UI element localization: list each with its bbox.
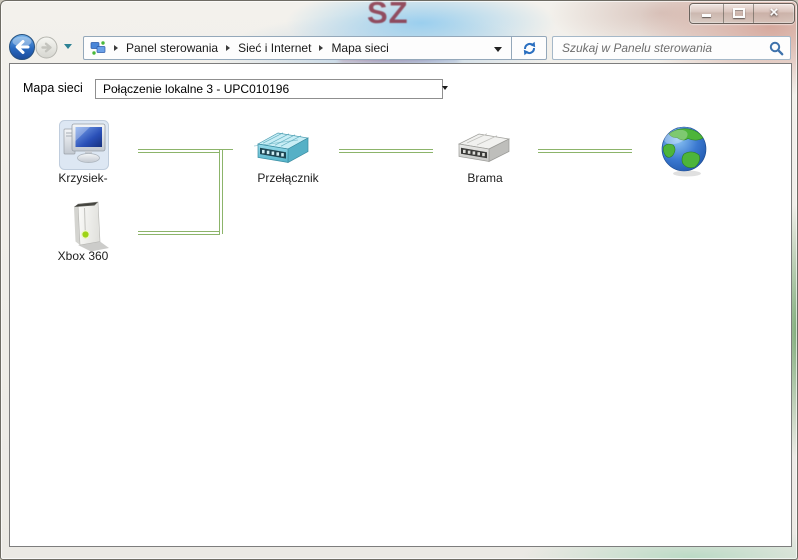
breadcrumb-separator-icon bbox=[319, 45, 324, 51]
connection-line bbox=[219, 149, 223, 234]
search-icon bbox=[769, 41, 784, 56]
maximize-icon bbox=[732, 8, 745, 18]
refresh-icon bbox=[523, 41, 535, 55]
computer-node-icon[interactable] bbox=[59, 120, 109, 170]
breadcrumb-separator-icon bbox=[114, 45, 118, 51]
map-select-label: Mapa sieci bbox=[23, 81, 83, 95]
close-icon: × bbox=[769, 4, 779, 21]
back-button[interactable] bbox=[8, 33, 36, 61]
wallpaper-watermark-text: SZ bbox=[367, 0, 409, 30]
close-button[interactable]: × bbox=[754, 4, 794, 23]
switch-node-icon[interactable] bbox=[254, 130, 312, 168]
breadcrumb-network-internet[interactable]: Sieć i Internet bbox=[236, 41, 313, 55]
address-bar[interactable]: Panel sterowania Sieć i Internet Mapa si… bbox=[83, 36, 512, 60]
connection-line bbox=[538, 149, 632, 153]
xbox-node-label: Xbox 360 bbox=[57, 249, 109, 263]
xbox-node-icon[interactable] bbox=[62, 195, 112, 253]
network-map-location-icon bbox=[90, 41, 106, 55]
connection-dropdown-arrow-icon bbox=[442, 86, 448, 90]
search-input[interactable] bbox=[553, 37, 790, 59]
gateway-node-label: Brama bbox=[467, 171, 503, 185]
refresh-button[interactable] bbox=[511, 36, 547, 60]
gateway-node-icon[interactable] bbox=[455, 131, 513, 167]
switch-node-label: Przełącznik bbox=[257, 171, 319, 185]
recent-pages-dropdown-icon[interactable] bbox=[64, 44, 72, 49]
content-area: Mapa sieci Połączenie lokalne 3 - UPC010… bbox=[9, 63, 792, 547]
breadcrumb-control-panel[interactable]: Panel sterowania bbox=[124, 41, 220, 55]
forward-button[interactable] bbox=[35, 36, 58, 59]
connection-dropdown[interactable]: Połączenie lokalne 3 - UPC010196 bbox=[95, 79, 443, 99]
minimize-button[interactable] bbox=[690, 4, 724, 23]
minimize-icon bbox=[702, 14, 711, 17]
connection-line bbox=[339, 149, 433, 153]
internet-globe-icon[interactable] bbox=[659, 125, 711, 177]
address-dropdown-icon[interactable] bbox=[494, 47, 502, 52]
connection-line bbox=[138, 149, 220, 153]
search-box bbox=[552, 36, 791, 60]
computer-node-label: Krzysiek- bbox=[58, 171, 108, 185]
connection-line bbox=[138, 231, 220, 235]
maximize-button[interactable] bbox=[724, 4, 754, 23]
breadcrumb-separator-icon bbox=[226, 45, 231, 51]
network-map-window: SZ × Panel sterowania Sieć i Internet Ma… bbox=[0, 0, 798, 560]
window-controls: × bbox=[689, 3, 795, 24]
breadcrumb-network-map[interactable]: Mapa sieci bbox=[329, 41, 390, 55]
